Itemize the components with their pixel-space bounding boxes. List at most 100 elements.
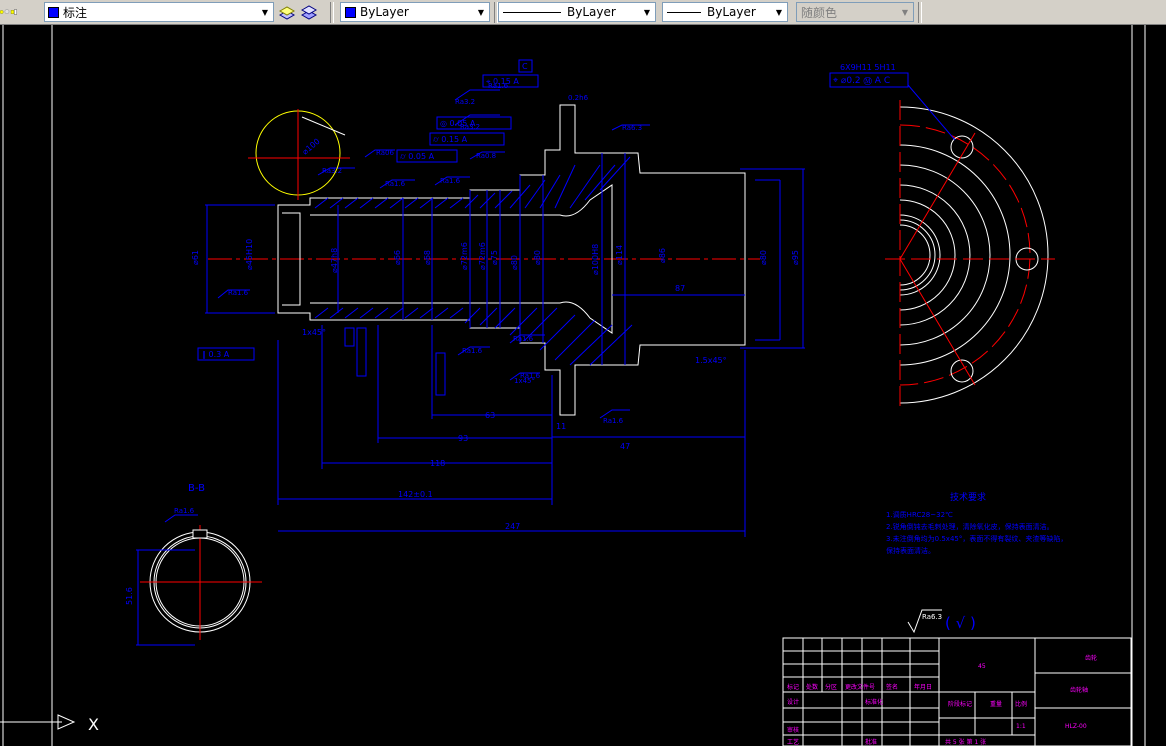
chevron-down-icon[interactable]: ▼ xyxy=(639,3,655,21)
dim-247: 247 xyxy=(505,522,520,531)
tb-header-1: 处数 xyxy=(806,683,818,691)
svg-text:⌀47h8: ⌀47h8 xyxy=(330,248,339,273)
hole-note: 6X9H11 5H11 xyxy=(840,63,896,72)
section-dim: 51.6 xyxy=(125,587,134,605)
chamfer-label: 1.5x45° xyxy=(695,356,727,365)
svg-text:∥ 0.3 A: ∥ 0.3 A xyxy=(202,350,230,359)
properties-toolbar: 标注 ▼ ByLayer ▼ ByLayer ▼ ByLayer ▼ 随颜色 ▼ xyxy=(0,0,1166,25)
lineweight-control-dropdown[interactable]: ByLayer ▼ xyxy=(662,2,788,22)
linetype-preview xyxy=(503,11,561,13)
svg-text:Ra1.6: Ra1.6 xyxy=(513,335,534,343)
tb-ratio-label: 比例 xyxy=(1015,700,1027,708)
svg-text:Ra3.2: Ra3.2 xyxy=(460,123,480,131)
tb-row-review: 审核 xyxy=(787,726,799,734)
toolbar-separator xyxy=(330,2,334,23)
tb-header-3: 更改文件号 xyxy=(845,683,875,691)
chamfer-label-2: 1x45° xyxy=(302,328,326,337)
section-label: B-B xyxy=(188,483,205,494)
tb-material: 45 xyxy=(978,663,986,670)
chevron-down-icon[interactable]: ▼ xyxy=(473,3,489,21)
tb-header-2: 分区 xyxy=(825,683,837,691)
color-control-dropdown[interactable]: ByLayer ▼ xyxy=(340,2,490,22)
tb-row-process: 工艺 xyxy=(787,738,799,746)
tb-row-design: 设计 xyxy=(787,698,799,706)
hole-gdt: ⌖ ⌀0.2 Ⓜ A C xyxy=(833,76,890,86)
dim-style-value: 标注 xyxy=(63,5,88,20)
svg-text:⌀100H8: ⌀100H8 xyxy=(591,244,600,275)
color-swatch xyxy=(48,6,59,18)
tech-line-1: 1.调质HRC28~32℃ xyxy=(886,510,953,519)
svg-text:1x45°: 1x45° xyxy=(514,377,535,385)
general-roughness: Ra6.3 ( √ ) xyxy=(907,609,976,634)
tb-company: 齿轮 xyxy=(1085,654,1097,662)
chevron-down-icon[interactable]: ▼ xyxy=(897,3,913,21)
svg-text:⌭ 0.05 A: ⌭ 0.05 A xyxy=(400,152,435,161)
dim-11: 11 xyxy=(556,422,566,431)
svg-text:⌀45H10: ⌀45H10 xyxy=(245,239,254,270)
svg-text:⌀61: ⌀61 xyxy=(191,250,200,265)
plot-style-dropdown[interactable]: 随颜色 ▼ xyxy=(796,2,914,22)
lineweight-preview xyxy=(667,11,701,13)
tb-weight-label: 重量 xyxy=(990,700,1002,708)
dim-style-dropdown[interactable]: 标注 ▼ xyxy=(44,2,274,22)
svg-text:⌀80: ⌀80 xyxy=(759,250,768,265)
toolbar-separator xyxy=(918,2,922,23)
svg-text:Ra1.6: Ra1.6 xyxy=(488,82,509,90)
tb-drawing-no: HLZ-00 xyxy=(1065,723,1087,730)
linetype-control-dropdown[interactable]: ByLayer ▼ xyxy=(498,2,656,22)
tb-header-4: 签名 xyxy=(886,683,898,691)
svg-text:Ra1.6: Ra1.6 xyxy=(603,417,624,425)
svg-text:⌀95: ⌀95 xyxy=(791,250,800,265)
svg-text:Ra1.6: Ra1.6 xyxy=(440,177,461,185)
tech-title: 技术要求 xyxy=(950,491,986,503)
technical-notes: 技术要求 1.调质HRC28~32℃ 2.锐角倒钝去毛刺处理，清除氧化皮，保持表… xyxy=(886,491,1067,555)
chevron-down-icon[interactable]: ▼ xyxy=(257,3,273,21)
svg-text:Ra1.6: Ra1.6 xyxy=(228,289,249,297)
tb-stage-label: 阶段标记 xyxy=(948,700,972,708)
chevron-down-icon[interactable]: ▼ xyxy=(771,3,787,21)
svg-text:⌀68: ⌀68 xyxy=(423,250,432,265)
linetype-control-value: ByLayer xyxy=(567,5,616,19)
svg-text:⌀86: ⌀86 xyxy=(658,248,667,263)
tb-header-0: 标记 xyxy=(787,683,799,691)
tb-std-label: 标准化 xyxy=(865,698,883,706)
svg-text:Ra1.6: Ra1.6 xyxy=(385,180,406,188)
svg-text:Ra06: Ra06 xyxy=(376,149,394,157)
dim-118: 118 xyxy=(430,459,445,468)
dim-63: 63 xyxy=(485,411,495,420)
datum-c: C xyxy=(522,62,528,71)
section-view-b-b: B-B 51.6 Ra1.6 xyxy=(125,483,262,646)
svg-text:Ra1.6: Ra1.6 xyxy=(462,347,483,355)
plot-style-value: 随颜色 xyxy=(801,5,838,20)
svg-text:Ra3.2: Ra3.2 xyxy=(455,98,475,106)
svg-text:⌭ 0.15 A: ⌭ 0.15 A xyxy=(433,135,468,144)
drawing-canvas[interactable]: ⌀61 ⌀45H10 ⌀47h8 ⌀66 ⌀68 ⌀72m6 ⌀72m6 ⌀75… xyxy=(0,25,1166,746)
svg-text:⌀72m6: ⌀72m6 xyxy=(460,242,469,270)
dim-87: 87 xyxy=(675,284,685,293)
roughness-paren: ( √ ) xyxy=(945,614,976,632)
layer-previous-icon[interactable] xyxy=(278,3,296,21)
layer-state-icons[interactable] xyxy=(0,3,18,21)
svg-text:⌀80: ⌀80 xyxy=(533,250,542,265)
ucs-x-label: X xyxy=(88,715,99,734)
tech-line-4: 保持表面清洁。 xyxy=(886,546,935,555)
tb-header-5: 年月日 xyxy=(914,683,932,691)
tb-scale: 1:1 xyxy=(1016,723,1026,730)
tb-part-name: 齿轮轴 xyxy=(1070,686,1088,694)
dim-93: 93 xyxy=(458,434,468,443)
svg-text:Ra3.2: Ra3.2 xyxy=(322,167,342,175)
color-swatch xyxy=(345,6,356,18)
svg-text:⌀75: ⌀75 xyxy=(490,250,499,265)
svg-text:⌀114: ⌀114 xyxy=(615,245,624,265)
svg-text:⌀80: ⌀80 xyxy=(510,255,519,270)
color-control-value: ByLayer xyxy=(360,5,409,19)
svg-text:⌀100: ⌀100 xyxy=(301,137,322,157)
svg-text:⌀72m6: ⌀72m6 xyxy=(478,242,487,270)
flange-end-view: 6X9H11 5H11 ⌖ ⌀0.2 Ⓜ A C xyxy=(829,63,1055,410)
svg-text:0.2h6: 0.2h6 xyxy=(568,94,589,102)
tb-sheet: 共 5 张 第 1 张 xyxy=(945,738,986,746)
layer-manager-icon[interactable] xyxy=(300,3,318,21)
tech-line-2: 2.锐角倒钝去毛刺处理，清除氧化皮，保持表面清洁。 xyxy=(886,522,1054,531)
title-block: 标记 处数 分区 更改文件号 签名 年月日 设计 标准化 审核 工艺 批准 阶段… xyxy=(782,637,1132,746)
svg-text:Ra1.6: Ra1.6 xyxy=(174,507,195,515)
